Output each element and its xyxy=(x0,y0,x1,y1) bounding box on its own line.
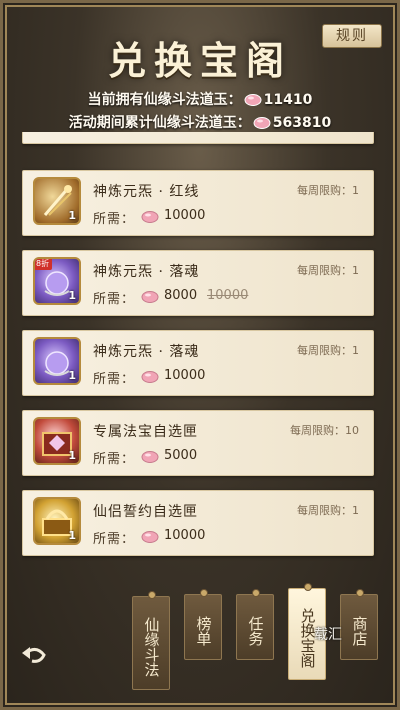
cost-value: 10000 xyxy=(164,208,206,223)
nav-label: 商店 xyxy=(350,616,369,646)
cost-label: 所需： xyxy=(93,452,136,467)
jade-gem-icon xyxy=(141,211,159,223)
exchange-card[interactable]: 1 神炼元炁 · 红线 每周限购：1 所需： 10000 xyxy=(22,170,374,236)
jade-gem-icon xyxy=(141,531,159,543)
exchange-card[interactable]: 1 专属法宝自选匣 每周限购：10 所需： 5000 xyxy=(22,410,374,476)
nav-tab-tasks[interactable]: 任务 xyxy=(236,589,274,660)
accumulated-jade-label: 活动期间累计仙缘斗法道玉： xyxy=(68,115,251,131)
weekly-limit: 每周限购：1 xyxy=(297,184,359,197)
item-name: 仙侣誓约自选匣 xyxy=(93,504,198,520)
item-icon-hairpin: 1 xyxy=(33,177,81,225)
item-icon-treasure-box: 1 xyxy=(33,417,81,465)
item-name: 专属法宝自选匣 xyxy=(93,424,198,440)
accumulated-jade-value: 563810 xyxy=(272,115,332,131)
cost-label: 所需： xyxy=(93,212,136,227)
current-jade-row: 当前拥有仙缘斗法道玉： 11410 xyxy=(0,89,400,109)
jade-gem-icon xyxy=(141,291,159,303)
cost-label: 所需： xyxy=(93,532,136,547)
back-arrow-icon[interactable] xyxy=(20,643,48,667)
accumulated-jade-row: 活动期间累计仙缘斗法道玉： 563810 xyxy=(0,112,400,132)
item-count: 1 xyxy=(68,289,76,302)
item-count: 1 xyxy=(68,209,76,222)
item-name: 神炼元炁 · 落魂 xyxy=(93,344,200,360)
nav-tab-shop[interactable]: 商店 xyxy=(340,589,378,660)
nav-tab-leaderboard[interactable]: 榜单 xyxy=(184,589,222,660)
item-icon-vow-box: 1 xyxy=(33,497,81,545)
weekly-limit: 每周限购：1 xyxy=(297,264,359,277)
cost-value: 10000 xyxy=(164,528,206,543)
exchange-card[interactable]: 1 仙侣誓约自选匣 每周限购：1 所需： 10000 xyxy=(22,490,374,556)
exchange-card[interactable]: 8折 1 神炼元炁 · 落魂 每周限购：1 所需： 8000 10000 xyxy=(22,250,374,316)
watermark: 载汇 xyxy=(314,627,342,643)
weekly-limit: 每周限购：1 xyxy=(297,344,359,357)
cost-value: 10000 xyxy=(164,368,206,383)
item-name: 神炼元炁 · 红线 xyxy=(93,184,200,200)
jade-gem-icon xyxy=(244,94,262,106)
exchange-card-partial xyxy=(22,132,374,144)
nav-tab-immortal-duel[interactable]: 仙缘斗法 xyxy=(132,591,170,690)
item-count: 1 xyxy=(68,529,76,542)
item-name: 神炼元炁 · 落魂 xyxy=(93,264,200,280)
jade-gem-icon xyxy=(253,117,271,129)
nav-label: 任务 xyxy=(246,616,265,646)
item-icon-soul-orb: 8折 1 xyxy=(33,257,81,305)
cost-value: 8000 xyxy=(164,288,198,303)
jade-gem-icon xyxy=(141,451,159,463)
item-count: 1 xyxy=(68,449,76,462)
current-jade-label: 当前拥有仙缘斗法道玉： xyxy=(87,92,242,108)
item-count: 1 xyxy=(68,369,76,382)
weekly-limit: 每周限购：1 xyxy=(297,504,359,517)
page-title: 兑换宝阁 xyxy=(107,38,292,83)
nav-label: 榜单 xyxy=(194,616,213,646)
original-cost: 10000 xyxy=(207,288,249,303)
current-jade-value: 11410 xyxy=(263,92,313,108)
nav-label: 仙缘斗法 xyxy=(142,617,161,677)
cost-label: 所需： xyxy=(93,372,136,387)
exchange-list[interactable]: 1 神炼元炁 · 红线 每周限购：1 所需： 10000 8折 1 神炼元炁 ·… xyxy=(22,132,378,572)
cost-label: 所需： xyxy=(93,292,136,307)
cost-value: 5000 xyxy=(164,448,198,463)
weekly-limit: 每周限购：10 xyxy=(290,424,359,437)
item-icon-soul-orb: 1 xyxy=(33,337,81,385)
discount-tag: 8折 xyxy=(35,259,53,270)
exchange-card[interactable]: 1 神炼元炁 · 落魂 每周限购：1 所需： 10000 xyxy=(22,330,374,396)
jade-gem-icon xyxy=(141,371,159,383)
